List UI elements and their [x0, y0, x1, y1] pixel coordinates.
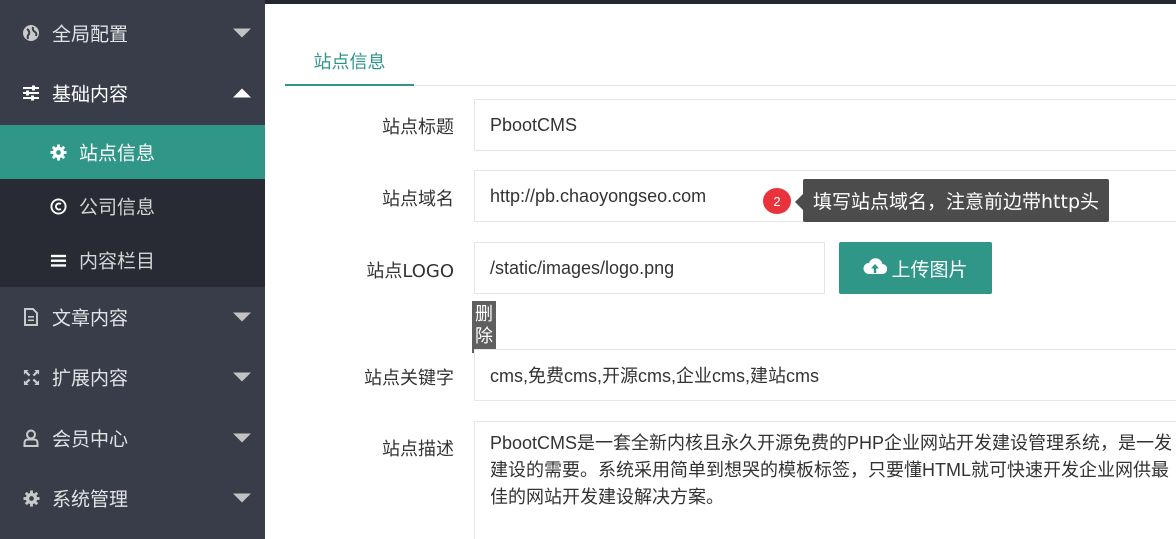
tab-bar: 站点信息: [285, 38, 1176, 86]
chevron-down-icon: [233, 433, 251, 443]
sub-company-info-label: 公司信息: [79, 196, 156, 219]
user-icon: [22, 429, 40, 447]
upload-image-button[interactable]: 上传图片: [839, 242, 992, 294]
sub-site-info[interactable]: 站点信息: [0, 125, 265, 179]
nav-extended-content-label: 扩展内容: [52, 367, 129, 390]
nav-system-management[interactable]: 系统管理: [0, 468, 265, 528]
nav-member-center-label: 会员中心: [52, 428, 129, 451]
sub-content-column[interactable]: 内容栏目: [0, 233, 265, 287]
site-description-label: 站点描述: [382, 439, 454, 460]
nav-global-config-label: 全局配置: [52, 23, 129, 46]
nav-basic-content-label: 基础内容: [52, 83, 129, 106]
site-logo-label: 站点LOGO: [366, 261, 454, 282]
document-icon: [22, 308, 40, 326]
nav-global-config[interactable]: 全局配置: [0, 3, 265, 63]
step-badge: 2: [763, 188, 791, 214]
nav-extended-content[interactable]: 扩展内容: [0, 347, 265, 407]
chevron-down-icon: [233, 28, 251, 38]
nav-member-center[interactable]: 会员中心: [0, 408, 265, 468]
expand-icon: [22, 368, 40, 386]
gear-icon: [22, 489, 40, 507]
sub-site-info-label: 站点信息: [79, 142, 156, 165]
gear-icon: [49, 143, 67, 161]
tooltip-arrow: [795, 194, 803, 210]
chevron-up-icon: [233, 88, 251, 98]
sliders-icon: [22, 84, 40, 102]
copyright-icon: [49, 197, 67, 215]
nav-basic-content[interactable]: 基础内容: [0, 63, 265, 123]
upload-image-label: 上传图片: [891, 258, 968, 281]
site-keywords-label: 站点关键字: [364, 368, 454, 389]
list-icon: [49, 251, 67, 269]
site-title-label: 站点标题: [382, 117, 454, 138]
cloud-upload-icon: [863, 257, 888, 280]
site-logo-input[interactable]: /static/images/logo.png: [474, 242, 825, 294]
sub-content-column-label: 内容栏目: [79, 250, 156, 273]
domain-tooltip: 填写站点域名，注意前边带http头: [803, 179, 1110, 222]
sub-company-info[interactable]: 公司信息: [0, 179, 265, 233]
chevron-down-icon: [233, 372, 251, 382]
main-content: 站点信息 站点标题 PbootCMS 站点域名 http://pb.chaoyo…: [265, 4, 1176, 539]
sidebar: 全局配置 基础内容 站点信息 公司信息 内容栏目 文章内容 扩展内容 会员中心 …: [0, 0, 265, 539]
site-title-input[interactable]: PbootCMS: [474, 99, 1176, 151]
chevron-down-icon: [233, 493, 251, 503]
chevron-down-icon: [233, 312, 251, 322]
tab-site-info[interactable]: 站点信息: [285, 38, 414, 86]
globe-icon: [22, 24, 40, 42]
site-keywords-input[interactable]: cms,免费cms,开源cms,企业cms,建站cms: [474, 349, 1176, 401]
site-description-textarea[interactable]: PbootCMS是一套全新内核且永久开源免费的PHP企业网站开发建设管理系统，是…: [474, 421, 1176, 539]
nav-system-management-label: 系统管理: [52, 488, 129, 511]
delete-logo-button[interactable]: 删除: [472, 301, 496, 353]
nav-article-content[interactable]: 文章内容: [0, 287, 265, 347]
nav-article-content-label: 文章内容: [52, 307, 129, 330]
site-domain-label: 站点域名: [382, 189, 454, 210]
